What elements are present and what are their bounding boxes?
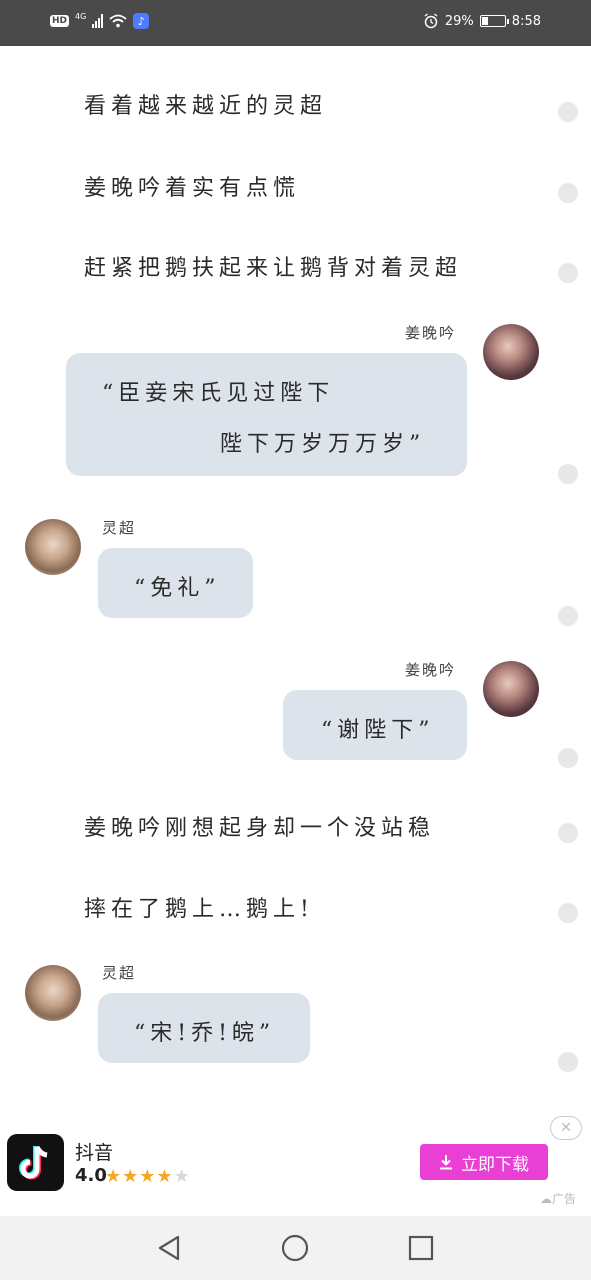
wifi-icon bbox=[109, 14, 127, 28]
story-line: 姜晚吟刚想起身却一个没站稳 bbox=[84, 816, 436, 841]
bubble-text: “免礼” bbox=[134, 576, 221, 601]
navigation-bar bbox=[0, 1216, 591, 1280]
alarm-icon bbox=[424, 13, 438, 29]
story-line: 摔在了鹅上…鹅上! bbox=[84, 897, 314, 922]
hd-badge: HD bbox=[50, 15, 70, 27]
paragraph-comment-dot[interactable] bbox=[558, 823, 578, 843]
avatar[interactable] bbox=[483, 661, 539, 717]
bubble-text: “谢陛下” bbox=[321, 718, 435, 743]
ad-close-button[interactable]: ✕ bbox=[550, 1116, 582, 1140]
ad-tag-label: 广告 bbox=[552, 1192, 577, 1206]
ad-app-name: 抖音 bbox=[75, 1142, 114, 1164]
star-filled-icon: ★ bbox=[105, 1166, 123, 1187]
chat-bubble: “臣妾宋氏见过陛下 陛下万岁万万岁” bbox=[66, 353, 467, 476]
music-app-icon: ♪ bbox=[133, 13, 150, 29]
sender-name: 姜晚吟 bbox=[405, 661, 457, 679]
story-line: 姜晚吟着实有点慌 bbox=[84, 176, 301, 201]
sender-name: 姜晚吟 bbox=[405, 324, 457, 342]
sender-name: 灵超 bbox=[102, 519, 137, 537]
story-line: 看着越来越近的灵超 bbox=[84, 94, 328, 119]
chat-bubble: “免礼” bbox=[98, 548, 253, 618]
status-bar: HD 4G ♪ 29% 8:58 bbox=[0, 0, 591, 46]
download-icon bbox=[440, 1155, 452, 1170]
network-type: 4G bbox=[75, 11, 87, 21]
clock: 8:58 bbox=[511, 13, 541, 29]
star-filled-icon: ★ bbox=[156, 1166, 174, 1187]
douyin-app-icon[interactable] bbox=[7, 1134, 64, 1191]
ad-banner[interactable]: 抖音 4.0 ★★★★★ 立即下载 ✕ ☁广告 bbox=[0, 1116, 591, 1216]
battery-icon bbox=[479, 15, 509, 27]
avatar[interactable] bbox=[25, 965, 81, 1021]
paragraph-comment-dot[interactable] bbox=[558, 263, 578, 283]
download-button-label: 立即下载 bbox=[461, 1154, 529, 1175]
ad-tag: ☁广告 bbox=[540, 1192, 577, 1206]
star-filled-icon: ★ bbox=[122, 1166, 140, 1187]
ad-rating: 4.0 bbox=[75, 1165, 107, 1186]
paragraph-comment-dot[interactable] bbox=[558, 183, 578, 203]
star-empty-icon: ★ bbox=[173, 1166, 191, 1187]
chat-bubble: “宋!乔!皖” bbox=[98, 993, 310, 1063]
recents-icon[interactable] bbox=[407, 1234, 435, 1262]
battery-percent: 29% bbox=[444, 13, 474, 29]
paragraph-comment-dot[interactable] bbox=[558, 606, 578, 626]
paragraph-comment-dot[interactable] bbox=[558, 102, 578, 122]
signal-icon bbox=[92, 14, 104, 28]
download-button[interactable]: 立即下载 bbox=[420, 1144, 548, 1180]
paragraph-comment-dot[interactable] bbox=[558, 1052, 578, 1072]
sender-name: 灵超 bbox=[102, 964, 137, 982]
home-icon[interactable] bbox=[281, 1234, 309, 1262]
paragraph-comment-dot[interactable] bbox=[558, 903, 578, 923]
avatar[interactable] bbox=[483, 324, 539, 380]
bubble-text: “臣妾宋氏见过陛下 bbox=[102, 381, 335, 406]
chat-bubble: “谢陛下” bbox=[283, 690, 467, 760]
paragraph-comment-dot[interactable] bbox=[558, 464, 578, 484]
rating-stars: ★★★★★ bbox=[105, 1166, 191, 1187]
star-filled-icon: ★ bbox=[139, 1166, 157, 1187]
bubble-text: 陛下万岁万万岁” bbox=[220, 432, 426, 457]
avatar[interactable] bbox=[25, 519, 81, 575]
back-icon[interactable] bbox=[155, 1234, 183, 1262]
paragraph-comment-dot[interactable] bbox=[558, 748, 578, 768]
story-line: 赶紧把鹅扶起来让鹅背对着灵超 bbox=[84, 256, 463, 281]
bubble-text: “宋!乔!皖” bbox=[134, 1021, 276, 1046]
